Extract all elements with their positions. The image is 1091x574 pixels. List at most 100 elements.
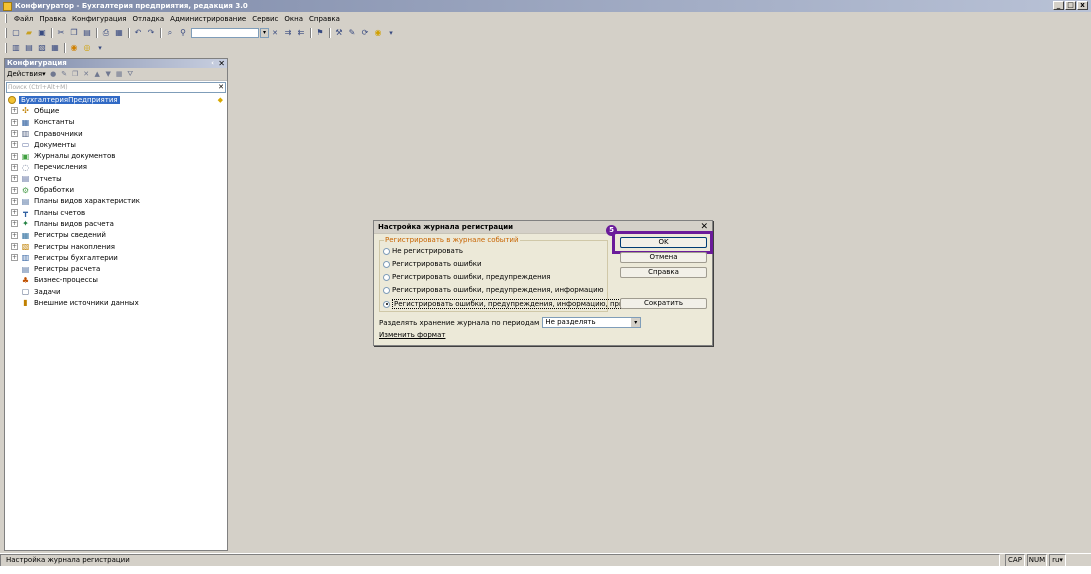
syntax-icon[interactable]: ⚒ — [333, 28, 345, 39]
expand-icon[interactable]: + — [11, 209, 18, 217]
debug-icon[interactable]: ◎ — [81, 43, 93, 54]
module-icon[interactable]: ▧ — [36, 43, 48, 54]
shrink-button[interactable]: Сократить — [620, 298, 707, 309]
tree-item[interactable]: + ▥ Регистры бухгалтерии — [5, 252, 227, 263]
run-icon[interactable]: ◉ — [68, 43, 80, 54]
tree-item[interactable]: + ┳ Планы счетов — [5, 207, 227, 218]
radio-button[interactable] — [383, 260, 390, 268]
period-select[interactable]: Не разделять ▾ — [542, 317, 642, 328]
toolbar-more-icon[interactable]: ▾ — [94, 43, 106, 54]
tree-item[interactable]: ♣ Бизнес-процессы — [5, 275, 227, 286]
menu-service[interactable]: Сервис — [249, 15, 281, 23]
find-next-icon[interactable]: ⇉ — [282, 28, 294, 39]
tree-item[interactable]: + ◌ Перечисления — [5, 162, 227, 173]
tree-item[interactable]: + ✦ Планы видов расчета — [5, 218, 227, 229]
maximize-button[interactable]: □ — [1065, 1, 1076, 10]
expand-icon[interactable]: + — [11, 107, 18, 115]
tree-item[interactable]: ▤ Регистры расчета — [5, 263, 227, 274]
undo-icon[interactable]: ↶ — [132, 28, 144, 39]
config-search-input[interactable] — [7, 83, 207, 92]
menu-edit[interactable]: Правка — [36, 15, 69, 23]
toolbar-more-icon[interactable]: ▾ — [385, 28, 397, 39]
toolbar-grip[interactable] — [5, 43, 7, 53]
tree-root[interactable]: БухгалтерияПредприятия ◆ — [5, 94, 227, 105]
panel-close-icon[interactable]: ✕ — [218, 59, 225, 68]
expand-icon[interactable]: + — [11, 175, 18, 183]
radio-no-log[interactable]: Не регистрировать — [383, 247, 463, 255]
chevron-down-icon[interactable]: ▾ — [631, 318, 641, 327]
expand-icon[interactable]: + — [11, 130, 18, 138]
tree-item[interactable]: + ▤ Отчеты — [5, 173, 227, 184]
menu-grip[interactable] — [5, 14, 7, 23]
tree-item[interactable]: + ▥ Справочники — [5, 128, 227, 139]
radio-button[interactable] — [383, 273, 390, 281]
find-prev-icon[interactable]: ⇇ — [295, 28, 307, 39]
copy-icon[interactable]: ❐ — [68, 28, 80, 39]
help-icon[interactable]: ◉ — [372, 28, 384, 39]
expand-icon[interactable]: + — [11, 254, 18, 262]
bookmark-icon[interactable]: ⚑ — [314, 28, 326, 39]
search-icon[interactable]: ⚲ — [177, 28, 189, 39]
chevron-down-icon[interactable]: ▾ — [260, 28, 269, 38]
radio-button[interactable] — [383, 286, 390, 294]
tree-item[interactable]: + ▧ Регистры накопления — [5, 241, 227, 252]
config-tree-icon[interactable]: ▥ — [10, 43, 22, 54]
add-icon[interactable]: ● — [49, 70, 58, 79]
radio-errors-warnings-info[interactable]: Регистрировать ошибки, предупреждения, и… — [383, 286, 604, 294]
radio-errors-warnings[interactable]: Регистрировать ошибки, предупреждения — [383, 273, 550, 281]
tree-item[interactable]: ▢ Задачи — [5, 286, 227, 297]
menu-help[interactable]: Справка — [306, 15, 343, 23]
paste-icon[interactable]: ▤ — [81, 28, 93, 39]
pin-icon[interactable]: ‹ — [211, 59, 214, 68]
new-icon[interactable]: ▢ — [10, 28, 22, 39]
tree-item[interactable]: + ⚙ Обработки — [5, 184, 227, 195]
expand-icon[interactable]: + — [11, 220, 18, 228]
tree-item[interactable]: + ▣ Журналы документов — [5, 150, 227, 161]
filter-icon[interactable]: ⛛ — [126, 70, 135, 79]
sort-icon[interactable]: ▦ — [115, 70, 124, 79]
update-icon[interactable]: ⟳ — [359, 28, 371, 39]
radio-button[interactable] — [383, 247, 390, 255]
expand-icon[interactable]: + — [11, 118, 18, 126]
toolbar-grip[interactable] — [5, 28, 7, 38]
menu-windows[interactable]: Окна — [281, 15, 306, 23]
copy-icon[interactable]: ❐ — [71, 70, 80, 79]
actions-menu-button[interactable]: Действия▾ — [7, 70, 46, 78]
print-icon[interactable]: ⎙ — [100, 28, 112, 39]
properties-icon[interactable]: ▤ — [23, 43, 35, 54]
redo-icon[interactable]: ↷ — [145, 28, 157, 39]
edit-icon[interactable]: ✎ — [60, 70, 69, 79]
cancel-button[interactable]: Отмена — [620, 252, 707, 263]
expand-icon[interactable]: + — [11, 197, 18, 205]
close-button[interactable]: x — [1077, 1, 1088, 10]
search-clear-icon[interactable]: ✕ — [218, 83, 224, 92]
wizard-icon[interactable]: ✎ — [346, 28, 358, 39]
tree-item[interactable]: ▮ Внешние источники данных — [5, 297, 227, 308]
minimize-button[interactable]: _ — [1053, 1, 1064, 10]
toolbar-search-input[interactable] — [191, 28, 259, 38]
move-down-icon[interactable]: ▼ — [104, 70, 113, 79]
tree-item[interactable]: + ▦ Константы — [5, 117, 227, 128]
radio-errors[interactable]: Регистрировать ошибки — [383, 260, 482, 268]
open-icon[interactable]: ▰ — [23, 28, 35, 39]
expand-icon[interactable]: + — [11, 141, 18, 149]
tree-item[interactable]: + ▤ Планы видов характеристик — [5, 196, 227, 207]
tree-item[interactable]: + ✣ Общие — [5, 105, 227, 116]
cut-icon[interactable]: ✂ — [55, 28, 67, 39]
ok-button[interactable]: OK — [620, 237, 707, 248]
expand-icon[interactable]: + — [11, 152, 18, 160]
expand-icon[interactable]: + — [11, 231, 18, 239]
find-icon[interactable]: ⌕ — [164, 28, 176, 39]
menu-debug[interactable]: Отладка — [129, 15, 167, 23]
menu-administration[interactable]: Администрирование — [167, 15, 249, 23]
expand-icon[interactable]: + — [11, 243, 18, 250]
preview-icon[interactable]: ▦ — [113, 28, 125, 39]
menu-file[interactable]: Файл — [11, 15, 36, 23]
expand-icon[interactable]: + — [11, 163, 18, 171]
delete-icon[interactable]: ✕ — [82, 70, 91, 79]
radio-button-checked[interactable] — [383, 300, 390, 308]
save-icon[interactable]: ▣ — [36, 28, 48, 39]
db-icon[interactable]: ▦ — [49, 43, 61, 54]
expand-icon[interactable]: + — [11, 186, 18, 194]
radio-errors-warnings-info-notes[interactable]: Регистрировать ошибки, предупреждения, и… — [383, 299, 657, 309]
